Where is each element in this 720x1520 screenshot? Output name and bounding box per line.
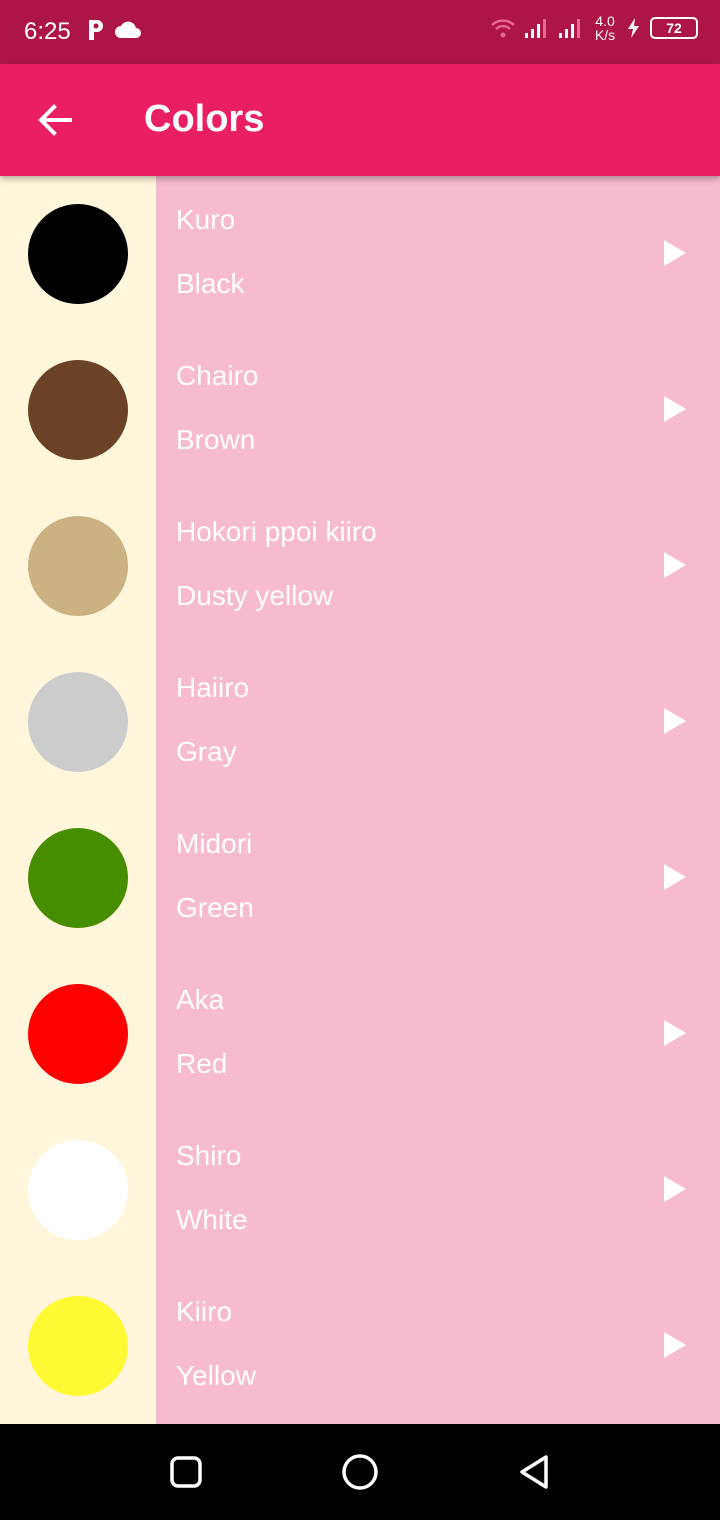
app-bar: Colors xyxy=(0,64,720,176)
color-play-item[interactable]: Hokori ppoi kiiro Dusty yellow xyxy=(156,488,720,644)
list-item: Midori Green xyxy=(0,800,720,956)
play-icon[interactable] xyxy=(664,552,686,578)
swatch-cell xyxy=(0,1112,156,1268)
japanese-word: Kuro xyxy=(176,204,236,235)
english-word: White xyxy=(176,1204,248,1235)
japanese-word: Hokori ppoi kiiro xyxy=(176,516,377,547)
play-icon[interactable] xyxy=(664,240,686,266)
status-bar: 6:25 4.0 K/s 72 xyxy=(0,0,720,64)
swatch-cell xyxy=(0,956,156,1112)
color-play-item[interactable]: Midori Green xyxy=(156,800,720,956)
play-icon[interactable] xyxy=(664,864,686,890)
japanese-word: Midori xyxy=(176,828,253,859)
status-time: 6:25 xyxy=(24,18,71,45)
english-word: Red xyxy=(176,1048,228,1079)
network-speed: 4.0 K/s xyxy=(594,13,616,43)
color-swatch xyxy=(28,1140,128,1240)
parking-app-icon xyxy=(89,20,103,40)
color-swatch xyxy=(28,360,128,460)
signal-icon xyxy=(525,19,546,38)
signal-icon-2 xyxy=(559,19,580,38)
japanese-word: Shiro xyxy=(176,1140,242,1171)
color-swatch xyxy=(28,984,128,1084)
color-play-item[interactable]: Kiiro Yellow xyxy=(156,1268,720,1424)
color-swatch xyxy=(28,672,128,772)
color-play-item[interactable]: Haiiro Gray xyxy=(156,644,720,800)
english-word: Black xyxy=(176,268,245,299)
japanese-word: Haiiro xyxy=(176,672,250,703)
swatch-cell xyxy=(0,176,156,332)
play-icon[interactable] xyxy=(664,1332,686,1358)
color-swatch xyxy=(28,204,128,304)
color-swatch xyxy=(28,1296,128,1396)
japanese-word: Aka xyxy=(176,984,225,1015)
list-item: Chairo Brown xyxy=(0,332,720,488)
cloud-icon xyxy=(115,21,141,38)
english-word: Green xyxy=(176,892,254,923)
list-item: Hokori ppoi kiiro Dusty yellow xyxy=(0,488,720,644)
color-play-item[interactable]: Kuro Black xyxy=(156,176,720,332)
arrow-left-icon xyxy=(38,104,72,136)
color-swatch xyxy=(28,516,128,616)
color-list: Kuro Black Chairo Brown Hokori ppoi kiir… xyxy=(0,176,720,1424)
list-item: Aka Red xyxy=(0,956,720,1112)
list-item: Kuro Black xyxy=(0,176,720,332)
back-button[interactable] xyxy=(34,102,78,138)
back-triangle-icon xyxy=(520,1455,548,1489)
japanese-word: Kiiro xyxy=(176,1296,233,1327)
color-play-item[interactable]: Aka Red xyxy=(156,956,720,1112)
page-title: Colors xyxy=(144,98,265,140)
wifi-icon xyxy=(491,19,515,38)
swatch-cell xyxy=(0,1268,156,1424)
english-word: Yellow xyxy=(176,1360,256,1391)
list-item: Shiro White xyxy=(0,1112,720,1268)
list-item: Kiiro Yellow xyxy=(0,1268,720,1424)
home-circle-icon xyxy=(342,1454,378,1490)
swatch-cell xyxy=(0,332,156,488)
play-icon[interactable] xyxy=(664,708,686,734)
recents-square-icon xyxy=(170,1456,202,1488)
color-play-item[interactable]: Shiro White xyxy=(156,1112,720,1268)
english-word: Dusty yellow xyxy=(176,580,334,611)
english-word: Brown xyxy=(176,424,256,455)
charging-icon xyxy=(628,18,639,38)
swatch-cell xyxy=(0,488,156,644)
play-icon[interactable] xyxy=(664,396,686,422)
system-nav-bar xyxy=(0,1424,720,1520)
recents-button[interactable] xyxy=(166,1452,206,1492)
swatch-cell xyxy=(0,644,156,800)
play-icon[interactable] xyxy=(664,1020,686,1046)
back-nav-button[interactable] xyxy=(514,1452,554,1492)
home-button[interactable] xyxy=(340,1452,380,1492)
battery-icon: 72 xyxy=(650,17,698,39)
battery-level: 72 xyxy=(666,20,682,36)
list-item: Haiiro Gray xyxy=(0,644,720,800)
color-swatch xyxy=(28,828,128,928)
japanese-word: Chairo xyxy=(176,360,259,391)
swatch-cell xyxy=(0,800,156,956)
color-play-item[interactable]: Chairo Brown xyxy=(156,332,720,488)
play-icon[interactable] xyxy=(664,1176,686,1202)
english-word: Gray xyxy=(176,736,237,767)
